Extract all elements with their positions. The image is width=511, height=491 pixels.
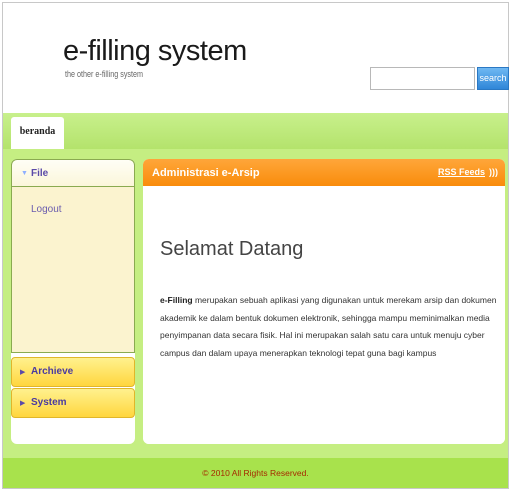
paragraph-bold: e-Filling bbox=[160, 295, 193, 305]
rss-feeds-link[interactable]: RSS Feeds bbox=[438, 167, 485, 177]
search-button[interactable]: search bbox=[477, 67, 509, 90]
sidebar-section-label: File bbox=[31, 168, 49, 179]
header: e-filling system the other e-filling sys… bbox=[3, 3, 509, 113]
triangle-down-icon: ▼ bbox=[21, 170, 28, 177]
footer-copyright: © 2010 All Rights Reserved. bbox=[202, 468, 309, 478]
content-title: Administrasi e-Arsip bbox=[152, 167, 260, 179]
sidebar-section-system[interactable]: ▶ System bbox=[11, 388, 135, 418]
sidebar-section-archieve[interactable]: ▶ Archieve bbox=[11, 357, 135, 387]
logo-title[interactable]: e-filling system bbox=[63, 37, 247, 66]
sidebar-item-logout[interactable]: Logout bbox=[31, 204, 62, 215]
paragraph-text: merupakan sebuah aplikasi yang digunakan… bbox=[160, 295, 497, 358]
sidebar-section-file[interactable]: ▼ File bbox=[11, 159, 135, 187]
welcome-heading: Selamat Datang bbox=[160, 238, 304, 260]
sidebar-section-label: Archieve bbox=[31, 366, 74, 377]
triangle-right-icon: ▶ bbox=[20, 400, 26, 407]
sidebar-section-label: System bbox=[31, 397, 67, 408]
triangle-right-icon: ▶ bbox=[20, 369, 26, 376]
content-header: Administrasi e-Arsip RSS Feeds ))) bbox=[143, 159, 505, 186]
content-body: Selamat Datang e-Filling merupakan sebua… bbox=[143, 186, 505, 444]
sidebar: ▼ File Logout ▶ Archieve ▶ System bbox=[11, 159, 135, 444]
tab-beranda[interactable]: beranda bbox=[11, 117, 64, 149]
content-panel: Administrasi e-Arsip RSS Feeds ))) Selam… bbox=[143, 159, 505, 444]
logo-subtitle: the other e-filling system bbox=[65, 69, 144, 79]
rss-icon[interactable]: ))) bbox=[489, 167, 498, 177]
nav-bar: beranda bbox=[3, 113, 508, 149]
main-area: ▼ File Logout ▶ Archieve ▶ System Admini… bbox=[3, 149, 508, 458]
search-input[interactable] bbox=[370, 67, 475, 90]
sidebar-file-panel: Logout bbox=[11, 187, 135, 353]
footer: © 2010 All Rights Reserved. bbox=[3, 458, 508, 488]
page-frame: e-filling system the other e-filling sys… bbox=[2, 2, 509, 489]
intro-paragraph: e-Filling merupakan sebuah aplikasi yang… bbox=[160, 292, 500, 362]
